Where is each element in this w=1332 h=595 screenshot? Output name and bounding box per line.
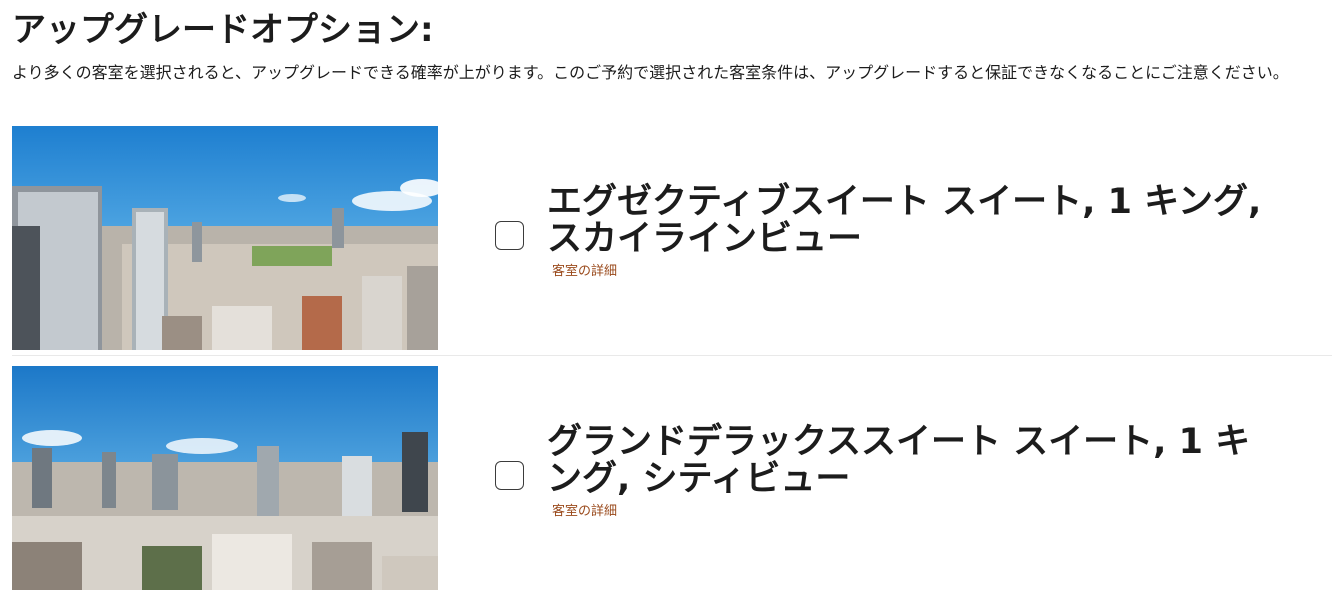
select-room-checkbox[interactable] <box>495 221 524 250</box>
room-details-link[interactable]: 客室の詳細 <box>552 504 617 520</box>
room-name: エグゼクティブスイート スイート, 1 キング, スカイラインビュー <box>547 182 1262 259</box>
upgrade-option-executive-suite: エグゼクティブスイート スイート, 1 キング, スカイラインビュー 客室の詳細 <box>12 126 1332 352</box>
room-photo-skyline <box>12 126 438 350</box>
room-photo-city <box>12 366 438 590</box>
room-details-link[interactable]: 客室の詳細 <box>552 264 617 280</box>
select-room-checkbox[interactable] <box>495 461 524 490</box>
room-name: グランドデラックススイート スイート, 1 キング, シティビュー <box>547 422 1251 499</box>
option-divider <box>12 355 1332 356</box>
upgrade-option-grand-deluxe-suite: グランドデラックススイート スイート, 1 キング, シティビュー 客室の詳細 <box>12 366 1332 592</box>
page-title: アップグレードオプション: <box>12 10 434 50</box>
upgrade-intro-text: より多くの客室を選択されると、アップグレードできる確率が上がります。このご予約で… <box>12 63 1289 82</box>
